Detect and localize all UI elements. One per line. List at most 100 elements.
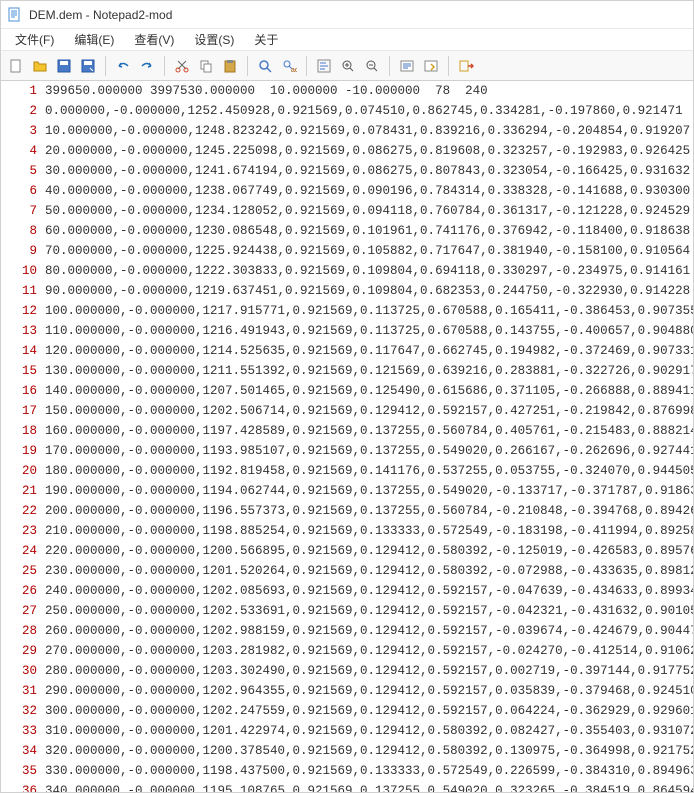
line-number: 25 [1,561,37,581]
code-line[interactable]: 330.000000,-0.000000,1198.437500,0.92156… [45,761,693,781]
paste-button[interactable] [219,55,241,77]
save-button[interactable] [53,55,75,77]
code-line[interactable]: 310.000000,-0.000000,1201.422974,0.92156… [45,721,693,741]
code-line[interactable]: 340.000000,-0.000000,1195.108765,0.92156… [45,781,693,792]
line-number: 15 [1,361,37,381]
code-line[interactable]: 300.000000,-0.000000,1202.247559,0.92156… [45,701,693,721]
line-number: 27 [1,601,37,621]
copy-button[interactable] [195,55,217,77]
code-line[interactable]: 270.000000,-0.000000,1203.281982,0.92156… [45,641,693,661]
line-number: 4 [1,141,37,161]
line-number-gutter: 1234567891011121314151617181920212223242… [1,81,43,792]
line-number: 24 [1,541,37,561]
redo-button[interactable] [136,55,158,77]
code-line[interactable]: 190.000000,-0.000000,1194.062744,0.92156… [45,481,693,501]
line-number: 10 [1,261,37,281]
code-line[interactable]: 30.000000,-0.000000,1241.674194,0.921569… [45,161,693,181]
line-number: 13 [1,321,37,341]
code-line[interactable]: 50.000000,-0.000000,1234.128052,0.921569… [45,201,693,221]
svg-text:ac: ac [291,67,297,74]
code-line[interactable]: 180.000000,-0.000000,1192.819458,0.92156… [45,461,693,481]
save-as-button[interactable] [77,55,99,77]
code-line[interactable]: 260.000000,-0.000000,1202.988159,0.92156… [45,621,693,641]
line-number: 31 [1,681,37,701]
toolbar-separator [448,56,449,76]
line-number: 35 [1,761,37,781]
line-number: 26 [1,581,37,601]
toolbar: ac [1,51,693,81]
line-number: 19 [1,441,37,461]
line-number: 3 [1,121,37,141]
code-line[interactable]: 110.000000,-0.000000,1216.491943,0.92156… [45,321,693,341]
undo-button[interactable] [112,55,134,77]
line-number: 7 [1,201,37,221]
new-file-button[interactable] [5,55,27,77]
cut-button[interactable] [171,55,193,77]
line-number: 5 [1,161,37,181]
word-wrap-button[interactable] [313,55,335,77]
code-line[interactable]: 140.000000,-0.000000,1207.501465,0.92156… [45,381,693,401]
titlebar: DEM.dem - Notepad2-mod [1,1,693,29]
code-line[interactable]: 90.000000,-0.000000,1219.637451,0.921569… [45,281,693,301]
line-number: 2 [1,101,37,121]
open-file-button[interactable] [29,55,51,77]
code-line[interactable]: 200.000000,-0.000000,1196.557373,0.92156… [45,501,693,521]
code-line[interactable]: 10.000000,-0.000000,1248.823242,0.921569… [45,121,693,141]
line-number: 32 [1,701,37,721]
code-line[interactable]: 100.000000,-0.000000,1217.915771,0.92156… [45,301,693,321]
code-line[interactable]: 280.000000,-0.000000,1203.302490,0.92156… [45,661,693,681]
toolbar-separator [306,56,307,76]
menubar: 文件(F) 编辑(E) 查看(V) 设置(S) 关于 [1,29,693,51]
code-line[interactable]: 130.000000,-0.000000,1211.551392,0.92156… [45,361,693,381]
toolbar-separator [247,56,248,76]
code-line[interactable]: 0.000000,-0.000000,1252.450928,0.921569,… [45,101,693,121]
code-line[interactable]: 290.000000,-0.000000,1202.964355,0.92156… [45,681,693,701]
line-number: 22 [1,501,37,521]
code-content[interactable]: 399650.000000 3997530.000000 10.000000 -… [43,81,693,792]
code-line[interactable]: 150.000000,-0.000000,1202.506714,0.92156… [45,401,693,421]
line-number: 21 [1,481,37,501]
menu-edit[interactable]: 编辑(E) [64,29,124,50]
menu-view[interactable]: 查看(V) [124,29,184,50]
code-line[interactable]: 20.000000,-0.000000,1245.225098,0.921569… [45,141,693,161]
menu-settings[interactable]: 设置(S) [184,29,244,50]
code-line[interactable]: 70.000000,-0.000000,1225.924438,0.921569… [45,241,693,261]
code-line[interactable]: 170.000000,-0.000000,1193.985107,0.92156… [45,441,693,461]
line-number: 14 [1,341,37,361]
code-line[interactable]: 80.000000,-0.000000,1222.303833,0.921569… [45,261,693,281]
code-line[interactable]: 120.000000,-0.000000,1214.525635,0.92156… [45,341,693,361]
code-line[interactable]: 230.000000,-0.000000,1201.520264,0.92156… [45,561,693,581]
replace-button[interactable]: ac [278,55,300,77]
line-number: 34 [1,741,37,761]
line-number: 11 [1,281,37,301]
code-line[interactable]: 240.000000,-0.000000,1202.085693,0.92156… [45,581,693,601]
zoom-out-button[interactable] [361,55,383,77]
customize-button[interactable] [420,55,442,77]
menu-about[interactable]: 关于 [244,29,288,50]
line-number: 1 [1,81,37,101]
line-number: 17 [1,401,37,421]
scheme-button[interactable] [396,55,418,77]
code-line[interactable]: 220.000000,-0.000000,1200.566895,0.92156… [45,541,693,561]
menu-file[interactable]: 文件(F) [5,29,64,50]
line-number: 29 [1,641,37,661]
exit-button[interactable] [455,55,477,77]
toolbar-separator [389,56,390,76]
toolbar-separator [164,56,165,76]
code-line[interactable]: 210.000000,-0.000000,1198.885254,0.92156… [45,521,693,541]
line-number: 6 [1,181,37,201]
find-button[interactable] [254,55,276,77]
code-line[interactable]: 40.000000,-0.000000,1238.067749,0.921569… [45,181,693,201]
line-number: 20 [1,461,37,481]
line-number: 8 [1,221,37,241]
code-line[interactable]: 60.000000,-0.000000,1230.086548,0.921569… [45,221,693,241]
code-line[interactable]: 399650.000000 3997530.000000 10.000000 -… [45,81,693,101]
code-line[interactable]: 160.000000,-0.000000,1197.428589,0.92156… [45,421,693,441]
zoom-in-button[interactable] [337,55,359,77]
editor-area[interactable]: 1234567891011121314151617181920212223242… [1,81,693,792]
code-line[interactable]: 320.000000,-0.000000,1200.378540,0.92156… [45,741,693,761]
line-number: 33 [1,721,37,741]
app-icon [7,7,23,23]
line-number: 16 [1,381,37,401]
code-line[interactable]: 250.000000,-0.000000,1202.533691,0.92156… [45,601,693,621]
